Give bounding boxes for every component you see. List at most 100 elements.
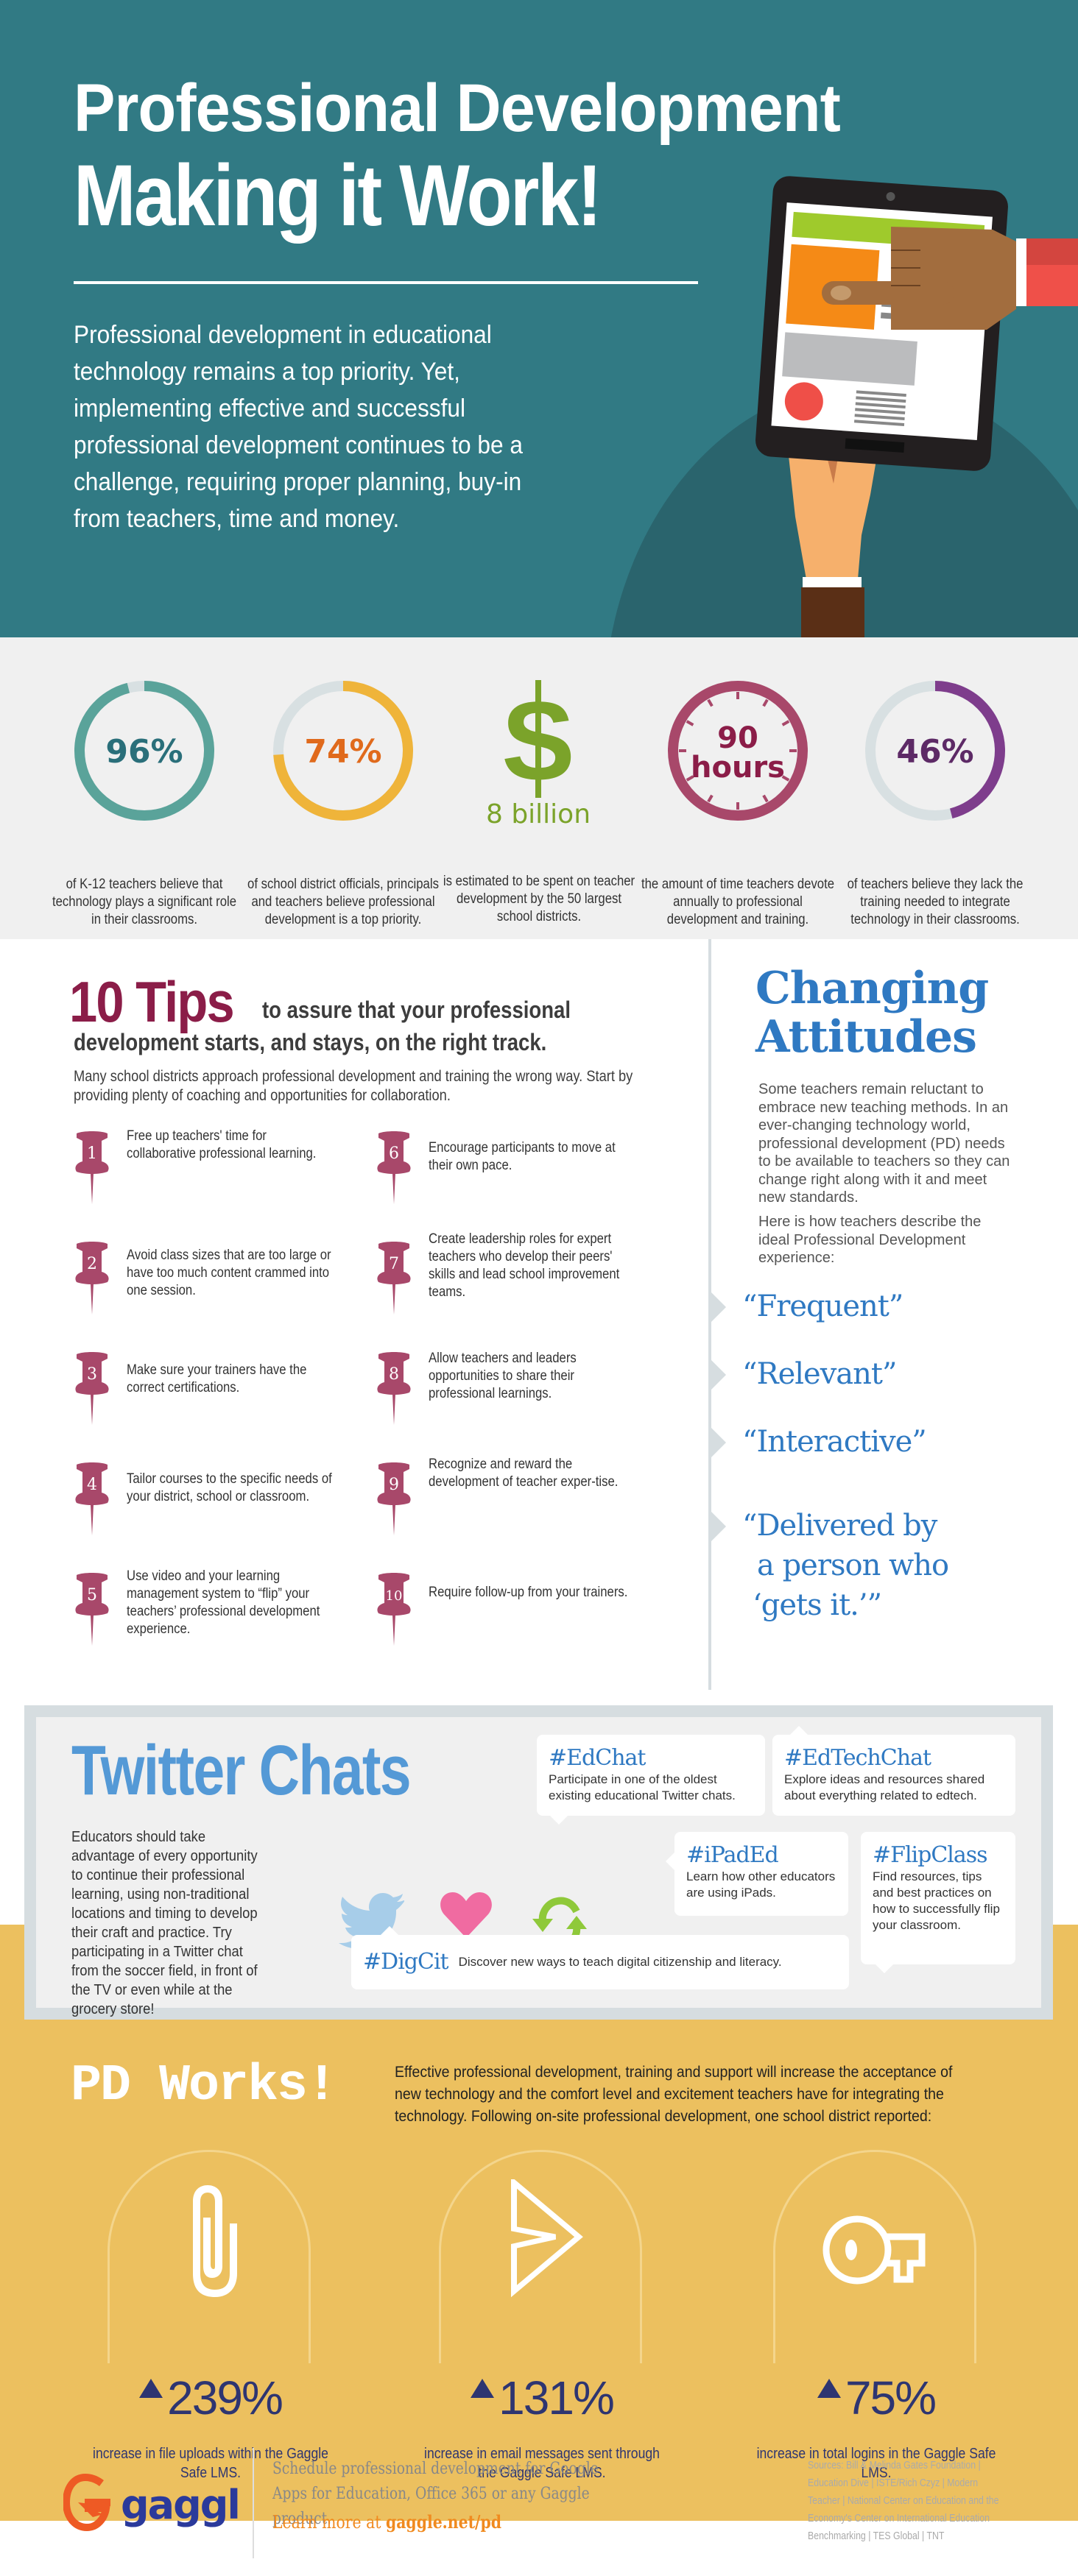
progress-ring: 46% (865, 681, 1005, 821)
stat-description: of K-12 teachers believe that technology… (52, 877, 237, 927)
clock-tick (781, 720, 790, 726)
tip-text: Use video and your learning management s… (127, 1568, 320, 1637)
svg-text:S: S (501, 679, 575, 802)
pushpin-icon: 4 (75, 1462, 109, 1535)
tips-subheading-line2: development starts, and stays, on the ri… (74, 1029, 547, 1055)
hero-header: Professional Development Making it Work!… (0, 0, 1078, 648)
bubble-tail (876, 1964, 893, 1973)
footer-divider (253, 2448, 254, 2558)
stat-value: 96% (105, 733, 183, 771)
quote-frequent: “Frequent” (742, 1289, 903, 1323)
stat-74-percent: 74% of school district officials, princi… (240, 677, 446, 927)
hero-title-line1: Professional Development (74, 71, 841, 146)
up-arrow-icon (471, 2379, 495, 2399)
tip-number: 4 (87, 1476, 97, 1494)
clock-tick (762, 794, 769, 803)
send-icon (511, 2179, 583, 2298)
stat-description: of school district officials, principals… (247, 877, 439, 927)
quote-interactive: “Interactive” (742, 1425, 927, 1459)
pushpin-icon: 5 (75, 1573, 109, 1646)
gaggle-logo[interactable]: gaggle (62, 2473, 267, 2532)
key-icon (822, 2215, 926, 2285)
tip-text: Create leadership roles for expert teach… (429, 1231, 620, 1300)
tip-number: 7 (389, 1255, 399, 1273)
bubble-tail (550, 1816, 568, 1825)
quote-arrow-icon (708, 1425, 726, 1460)
attitudes-section: Changing Attitudes Some teachers remain … (708, 939, 1078, 1690)
bubble-tail (381, 1926, 398, 1935)
stats-band: 96% of K-12 teachers believe that techno… (0, 637, 1078, 939)
footer-learn-link[interactable]: gaggle.net/pd (386, 2511, 501, 2533)
pushpin-icon: 7 (377, 1242, 411, 1314)
clock-tick (686, 720, 694, 726)
clock-tick (707, 698, 714, 707)
pushpin-icon: 2 (75, 1242, 109, 1314)
stat-value: 8 billion (486, 799, 591, 829)
twitter-chats-body: Educators should take advantage of every… (71, 1829, 258, 2017)
pd-stat-value: 239% (71, 2371, 350, 2425)
attitudes-body-2: Here is how teachers describe the ideal … (758, 1214, 982, 1266)
attitudes-title-line2: Attitudes (755, 1011, 977, 1063)
chat-card-flipclass[interactable]: #FlipClass Find resources, tips and best… (861, 1832, 1015, 1973)
chat-tag: #FlipClass (873, 1842, 988, 1868)
tips-subheading-line1: to assure that your professional (262, 997, 571, 1023)
tip-number: 10 (386, 1588, 403, 1604)
chat-card-ipaded[interactable]: #iPadEd Learn how other educators are us… (666, 1832, 848, 1916)
quote-delivered-line2: a person who (757, 1549, 949, 1582)
quote-delivered-line3: ‘gets it.’” (753, 1588, 882, 1622)
tips-section: 10 Tips to assure that your professional… (0, 939, 708, 1690)
twitter-chats-box: Twitter Chats Educators should take adva… (24, 1705, 1053, 2020)
chat-card-edtechchat[interactable]: #EdTechChat Explore ideas and resources … (772, 1726, 1015, 1816)
attitudes-title: Changing Attitudes (755, 963, 989, 1063)
twitter-chats-title: Twitter Chats (71, 1731, 412, 1810)
chat-description: Explore ideas and resources shared about… (784, 1772, 985, 1802)
stat-90-hours: 90 hours the amount of time teachers dev… (635, 677, 841, 927)
dollar-sign-icon: S 8 billion (486, 679, 591, 829)
pushpin-icon: 1 (75, 1131, 109, 1204)
gaggle-logo-mark-icon: gaggle (62, 2473, 267, 2532)
tip-text: Encourage participants to move at their … (429, 1140, 616, 1173)
tip-number: 5 (87, 1586, 97, 1604)
footer-learn-prefix: Learn more at (272, 2512, 386, 2533)
up-arrow-icon (139, 2379, 163, 2399)
tip-number: 6 (389, 1144, 399, 1163)
clock-tick (762, 698, 769, 707)
stat-description: is estimated to be spent on teacher deve… (443, 874, 635, 924)
quote-arrow-icon (708, 1357, 726, 1393)
pd-stat-number: 75% (845, 2371, 937, 2424)
bubble-tail (666, 1853, 674, 1870)
quote-arrow-icon (708, 1289, 726, 1325)
chat-description: Find resources, tips and best practices … (873, 1869, 1000, 1932)
stat-96-percent: 96% of K-12 teachers believe that techno… (41, 677, 247, 927)
attitudes-title-line1: Changing (755, 963, 989, 1014)
pushpin-icon: 3 (75, 1352, 109, 1425)
tip-text: Recognize and reward the development of … (429, 1457, 619, 1490)
quote-relevant: “Relevant” (742, 1357, 897, 1391)
quote-delivered-line1: “Delivered by (742, 1509, 937, 1543)
gaggle-logo-text: gaggle (121, 2482, 240, 2528)
tip-text: Allow teachers and leaders opportunities… (429, 1351, 577, 1401)
chat-description: Discover new ways to teach digital citiz… (458, 1955, 782, 1969)
tip-text: Require follow-up from your trainers. (429, 1585, 628, 1600)
tip-number: 3 (87, 1365, 97, 1384)
pd-stat-value: 131% (402, 2371, 682, 2425)
up-arrow-icon (817, 2379, 841, 2399)
chat-card-digcit[interactable]: #DigCit Discover new ways to teach digit… (351, 1926, 849, 1989)
tip-number: 8 (389, 1365, 399, 1384)
attitudes-body: Some teachers remain reluctant to embrac… (758, 1081, 1010, 1206)
chat-tag: #iPadEd (686, 1842, 779, 1868)
tip-text: Free up teachers' time for collaborative… (127, 1128, 317, 1161)
twitter-chats-inner: Twitter Chats Educators should take adva… (36, 1717, 1041, 2017)
chat-card-edchat[interactable]: #EdChat Participate in one of the oldest… (537, 1735, 765, 1825)
hero-title-line2: Making it Work! (74, 147, 602, 244)
tablet-hands-illustration (755, 176, 1078, 648)
chat-tag: #DigCit (363, 1949, 449, 1975)
tip-number: 1 (87, 1144, 97, 1163)
pushpin-icon: 9 (377, 1462, 411, 1535)
stat-description: the amount of time teachers devote annua… (641, 877, 835, 927)
hero-divider (74, 281, 698, 284)
clock-tick (707, 794, 714, 803)
paperclip-icon (193, 2185, 237, 2297)
pd-works-title: PD Works! (71, 2057, 337, 2115)
pd-stat-value: 75% (736, 2371, 1016, 2425)
